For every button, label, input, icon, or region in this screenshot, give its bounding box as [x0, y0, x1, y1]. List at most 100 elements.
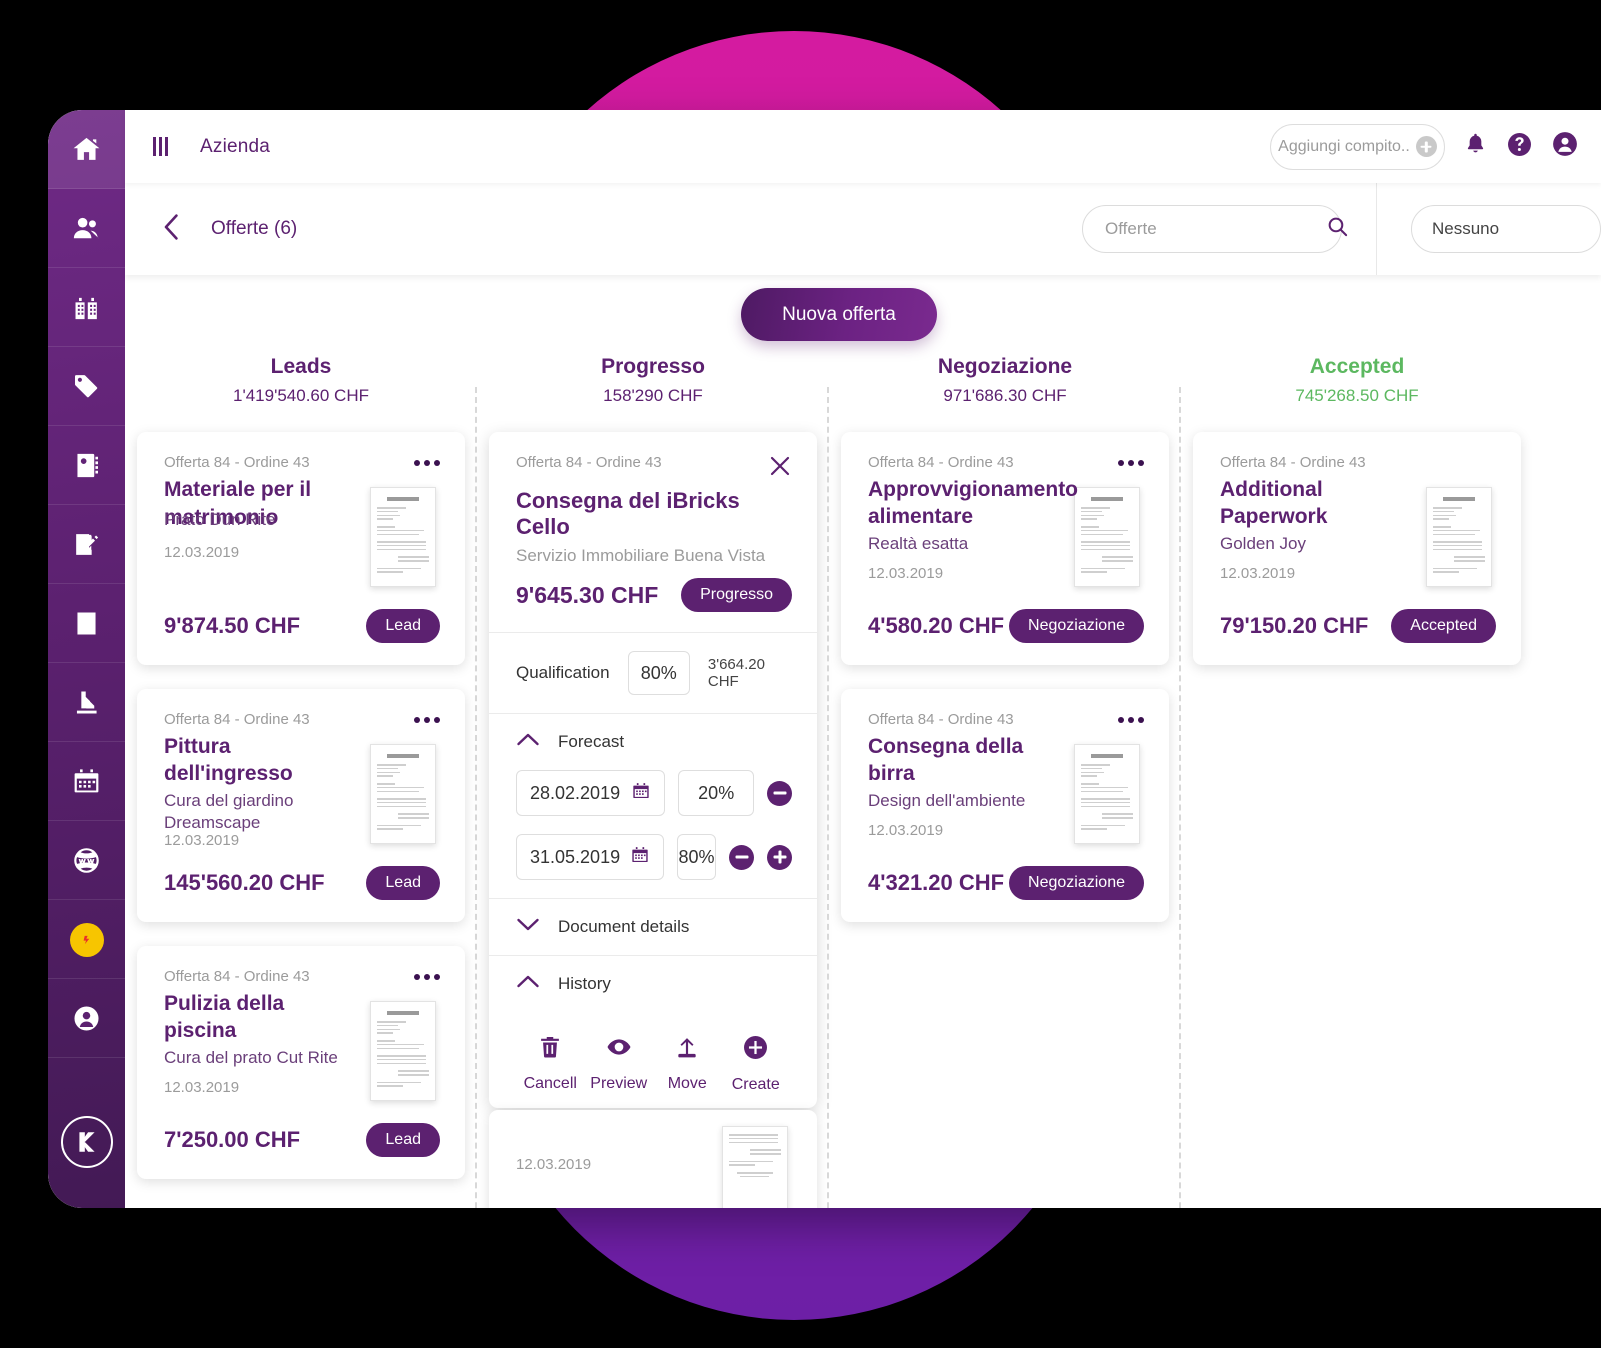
- card-amount: 4'580.20 CHF: [868, 613, 1005, 638]
- sub-bar: Offerte (6) Nessuno: [125, 183, 1601, 275]
- kanban-column-progresso: Progresso 158'290 CHF Offerta 84 - Ordin…: [475, 351, 829, 1208]
- sidebar-item-company[interactable]: [48, 268, 125, 347]
- offer-card[interactable]: Offerta 84 - Ordine 43 Pulizia della pis…: [137, 946, 465, 1179]
- forecast-row: 31.05.2019 80%: [516, 834, 792, 880]
- document-thumbnail[interactable]: [1426, 487, 1492, 587]
- plus-circle-icon[interactable]: [767, 844, 792, 870]
- sidebar-item-invoices[interactable]: [48, 663, 125, 742]
- contacts-icon: [71, 213, 102, 244]
- sidebar-item-documents[interactable]: [48, 584, 125, 663]
- card-amount: 79'150.20 CHF: [1220, 613, 1369, 638]
- card-reference: Offerta 84 - Ordine 43: [868, 711, 1014, 728]
- minus-circle-icon[interactable]: [729, 844, 754, 870]
- minus-circle-icon[interactable]: [767, 780, 792, 806]
- forecast-toggle[interactable]: Forecast: [516, 732, 792, 752]
- document-thumbnail[interactable]: [722, 1126, 788, 1208]
- column-total: 971'686.30 CHF: [943, 386, 1067, 405]
- kanban-column-accepted: Accepted 745'268.50 CHF Offerta 84 - Ord…: [1179, 351, 1533, 1208]
- forecast-date-input[interactable]: 28.02.2019: [516, 770, 666, 816]
- notification-bell-button[interactable]: [1463, 131, 1488, 162]
- create-action-label: Create: [731, 1076, 780, 1093]
- web-icon: [71, 845, 102, 876]
- document-thumbnail[interactable]: [370, 487, 436, 587]
- new-offer-button[interactable]: Nuova offerta: [741, 288, 937, 341]
- sidebar-item-tasks[interactable]: [48, 505, 125, 584]
- offer-card-expanded[interactable]: Offerta 84 - Ordine 43 Consegna del iBri…: [489, 432, 817, 1108]
- card-menu-icon[interactable]: [1118, 711, 1144, 723]
- calendar-icon[interactable]: [631, 781, 652, 806]
- card-amount: 7'250.00 CHF: [164, 1127, 301, 1152]
- search-icon[interactable]: [1326, 215, 1349, 243]
- move-action-button[interactable]: Move: [653, 1034, 722, 1094]
- sidebar-item-contacts[interactable]: [48, 189, 125, 268]
- forecast-percent-input[interactable]: 80%: [677, 834, 716, 880]
- close-icon[interactable]: [768, 454, 792, 483]
- sidebar-item-calendar[interactable]: [48, 742, 125, 821]
- offer-card[interactable]: Offerta 84 - Ordine 43 Materiale per il …: [137, 432, 465, 665]
- account-button[interactable]: [1551, 130, 1579, 163]
- offer-card[interactable]: Offerta 84 - Ordine 43 Pittura dell'ingr…: [137, 689, 465, 922]
- filter-select-value: Nessuno: [1432, 219, 1500, 238]
- search-box[interactable]: [1082, 205, 1348, 253]
- offer-card[interactable]: 12.03.2019 4'580.20 CHF: [489, 1110, 817, 1208]
- filter-select[interactable]: Nessuno: [1411, 205, 1601, 253]
- cancel-action-button[interactable]: Cancell: [516, 1034, 585, 1094]
- person-icon: [71, 1003, 102, 1034]
- card-title: Consegna della birra: [868, 735, 1024, 785]
- trash-icon: [537, 1034, 563, 1065]
- offer-card[interactable]: Offerta 84 - Ordine 43 Approvvigionament…: [841, 432, 1169, 665]
- card-reference: Offerta 84 - Ordine 43: [516, 454, 662, 471]
- history-label: History: [558, 974, 611, 993]
- back-button[interactable]: [153, 208, 189, 251]
- card-menu-icon[interactable]: [414, 711, 440, 723]
- card-menu-icon[interactable]: [414, 968, 440, 980]
- create-action-button[interactable]: Create: [722, 1034, 791, 1094]
- document-details-toggle[interactable]: Document details: [516, 917, 792, 937]
- document-thumbnail[interactable]: [1074, 744, 1140, 844]
- offer-card[interactable]: Offerta 84 - Ordine 43 Additional Paperw…: [1193, 432, 1521, 665]
- eye-icon: [605, 1034, 633, 1065]
- card-amount: 145'560.20 CHF: [164, 870, 325, 895]
- card-title: Materiale per il: [164, 478, 312, 501]
- hamburger-icon[interactable]: [153, 137, 168, 156]
- document-thumbnail[interactable]: [370, 1001, 436, 1101]
- status-badge: Lead: [366, 866, 440, 900]
- plus-circle-icon: [1415, 136, 1437, 157]
- kanban-columns: Leads 1'419'540.60 CHF Offerta 84 - Ordi…: [125, 275, 1601, 1208]
- sidebar-item-home[interactable]: [48, 110, 125, 189]
- card-date: 12.03.2019: [868, 821, 944, 839]
- invoice-icon: [71, 687, 102, 718]
- chevron-up-icon: [516, 974, 540, 994]
- calendar-icon[interactable]: [630, 845, 650, 870]
- sidebar-item-web[interactable]: [48, 821, 125, 900]
- help-button[interactable]: [1506, 131, 1533, 163]
- forecast-date-value: 28.02.2019: [530, 782, 621, 803]
- search-input[interactable]: [1105, 219, 1326, 239]
- card-menu-icon[interactable]: [414, 454, 440, 466]
- sidebar-item-address-book[interactable]: [48, 426, 125, 505]
- qualification-percent-input[interactable]: 80%: [627, 651, 690, 695]
- sub-bar-divider: [1376, 183, 1377, 275]
- forecast-row: 28.02.2019 20%: [516, 770, 792, 816]
- add-task-button[interactable]: Aggiungi compito..: [1270, 123, 1445, 170]
- ibricks-logo-icon[interactable]: [60, 1116, 113, 1168]
- screenshot-stage: Azienda Aggiungi compito.. Offerte (6) O…: [0, 0, 1601, 1348]
- card-menu-icon[interactable]: [1118, 454, 1144, 466]
- forecast-percent-input[interactable]: 20%: [678, 770, 754, 816]
- column-header: Negoziazione 971'686.30 CHF: [841, 351, 1169, 406]
- forecast-label: Forecast: [558, 732, 625, 751]
- preview-action-button[interactable]: Preview: [585, 1034, 654, 1094]
- move-action-label: Move: [667, 1075, 707, 1092]
- sidebar-item-swiss[interactable]: [48, 900, 125, 979]
- status-badge: Lead: [366, 1123, 440, 1157]
- column-header: Accepted 745'268.50 CHF: [1193, 351, 1521, 406]
- sidebar-item-tags[interactable]: [48, 347, 125, 426]
- column-title: Progresso: [601, 355, 705, 378]
- chevron-up-icon: [516, 732, 540, 752]
- forecast-date-input[interactable]: 31.05.2019: [516, 834, 665, 880]
- sidebar-item-profile[interactable]: [48, 979, 125, 1058]
- offer-card[interactable]: Offerta 84 - Ordine 43 Consegna della bi…: [841, 689, 1169, 922]
- document-thumbnail[interactable]: [1074, 487, 1140, 587]
- document-thumbnail[interactable]: [370, 744, 436, 844]
- history-toggle[interactable]: History: [516, 974, 792, 994]
